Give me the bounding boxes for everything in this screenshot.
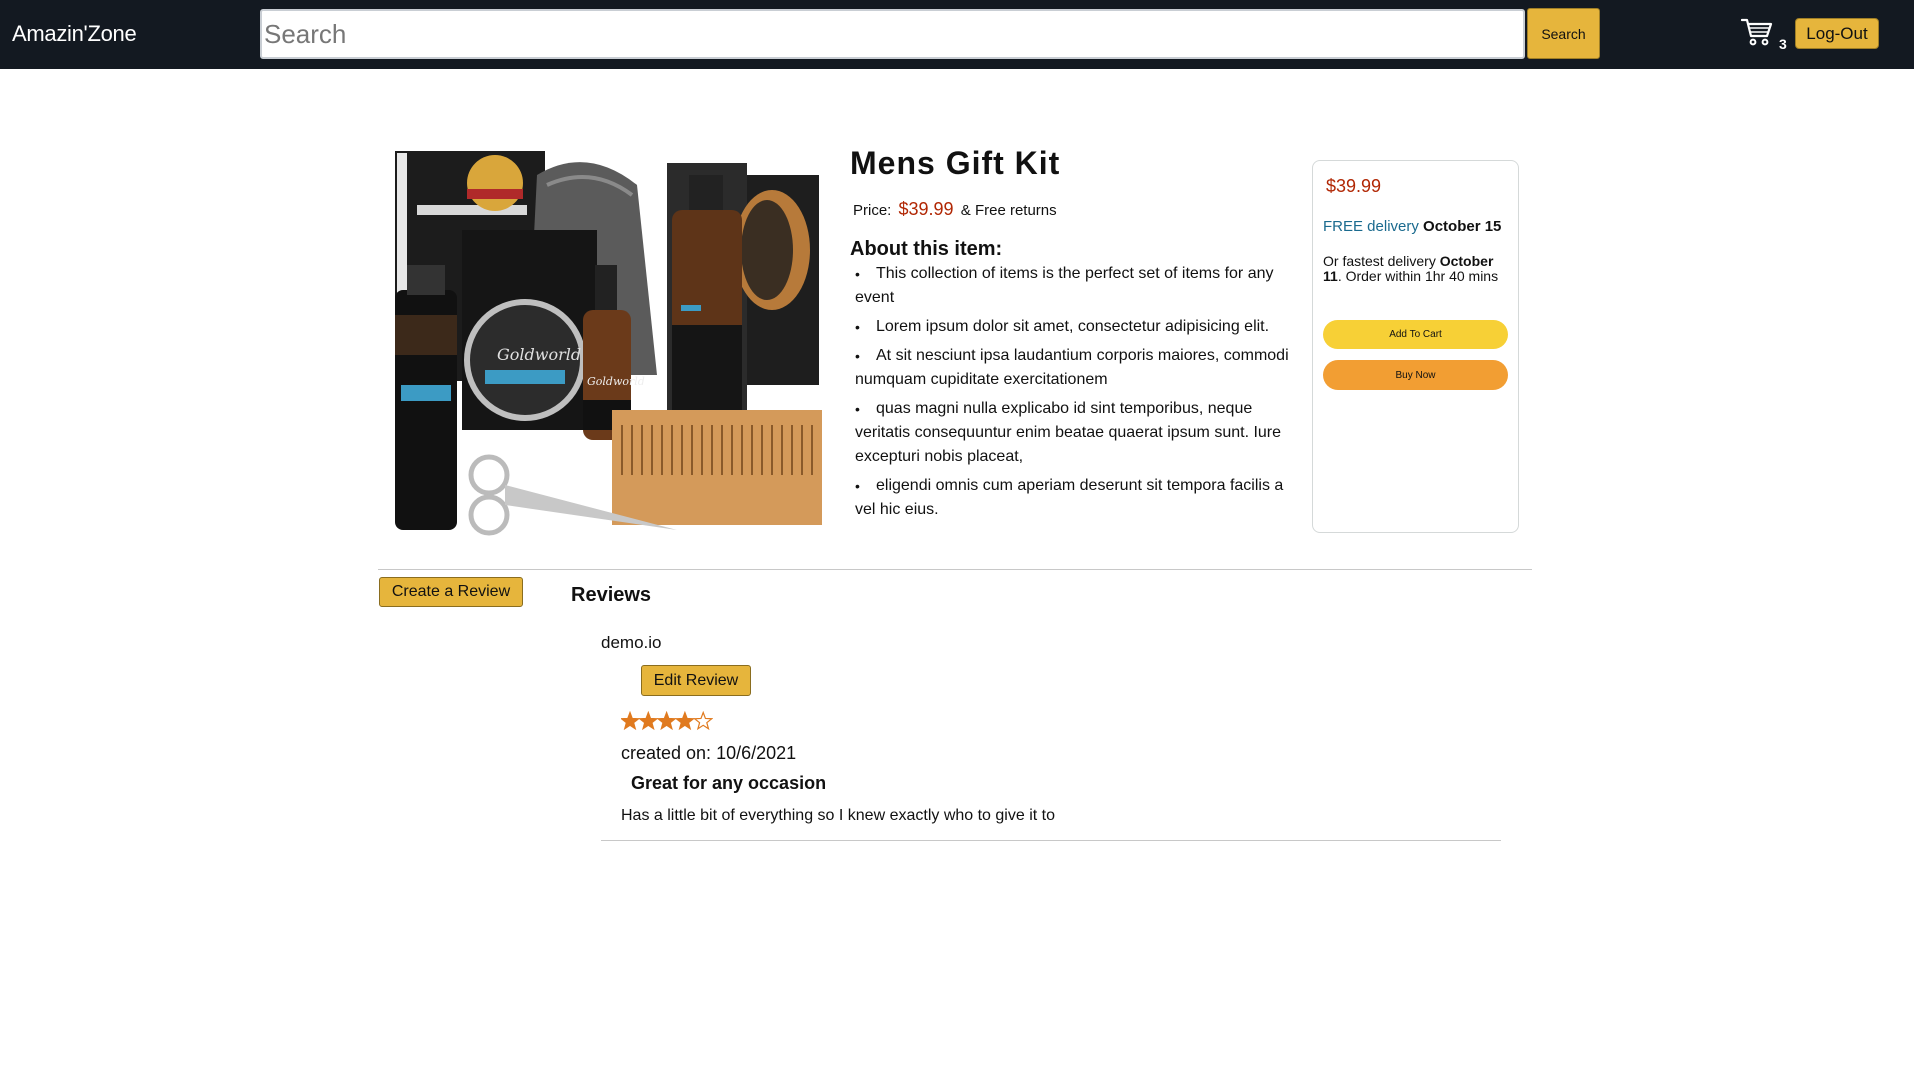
search-input[interactable]	[260, 9, 1525, 59]
section-divider	[378, 569, 1532, 570]
review-divider	[601, 840, 1501, 841]
reviews-heading: Reviews	[571, 584, 652, 606]
buy-now-button[interactable]: Buy Now	[1323, 360, 1508, 390]
about-bullet: This collection of items is the perfect …	[855, 262, 1295, 310]
review-title: Great for any occasion	[631, 773, 827, 793]
free-delivery-link[interactable]: FREE delivery	[1323, 218, 1419, 235]
add-to-cart-button[interactable]: Add To Cart	[1323, 320, 1508, 349]
cart-count-badge: 3	[1779, 36, 1787, 52]
about-bullet: quas magni nulla explicabo id sint tempo…	[855, 397, 1295, 469]
star-rating	[621, 711, 713, 731]
review-created-date: created on: 10/6/2021	[621, 743, 797, 763]
review-body: Has a little bit of everything so I knew…	[621, 807, 1055, 824]
svg-text:Goldworld: Goldworld	[587, 375, 645, 388]
star-filled-icon	[638, 711, 659, 731]
price-ampersand: &	[960, 202, 971, 219]
review-author: demo.io	[601, 633, 662, 652]
svg-text:Goldworld: Goldworld	[497, 345, 581, 364]
about-bullet: Lorem ipsum dolor sit amet, consectetur …	[855, 315, 1295, 339]
product-image: Goldworld Goldworld	[395, 151, 822, 536]
create-review-button[interactable]: Create a Review	[379, 577, 523, 607]
free-delivery-line: FREE delivery October 15	[1323, 218, 1501, 235]
star-filled-icon	[656, 711, 677, 731]
star-empty-icon	[693, 711, 713, 731]
edit-review-button[interactable]: Edit Review	[641, 665, 751, 696]
fastest-delivery-line: Or fastest delivery October 11. Order wi…	[1323, 254, 1513, 284]
about-bullet: eligendi omnis cum aperiam deserunt sit …	[855, 474, 1295, 522]
buybox-price: $39.99	[1326, 176, 1382, 196]
search-button[interactable]: Search	[1527, 8, 1600, 59]
star-filled-icon	[621, 711, 641, 731]
product-title: Mens Gift Kit	[850, 145, 1061, 181]
fastest-delivery-suffix: . Order within 1hr 40 mins	[1337, 268, 1499, 284]
buy-box: $39.99 FREE delivery October 15 Or faste…	[1312, 160, 1519, 533]
price-label: Price:	[853, 202, 892, 219]
price-line: Price: $39.99 & Free returns	[853, 199, 1057, 220]
top-navbar: Amazin'Zone Search 3 Log-Out	[0, 0, 1914, 69]
cart-button[interactable]: 3	[1741, 17, 1791, 53]
about-heading: About this item:	[850, 238, 1003, 260]
fastest-delivery-prefix: Or fastest delivery	[1323, 253, 1436, 269]
star-filled-icon	[674, 711, 696, 731]
about-bullet: At sit nesciunt ipsa laudantium corporis…	[855, 344, 1295, 392]
cart-icon	[1741, 18, 1773, 46]
free-returns-text: Free returns	[974, 202, 1057, 219]
about-bullet-list: This collection of items is the perfect …	[855, 262, 1295, 527]
product-price: $39.99	[898, 199, 954, 219]
free-delivery-date: October 15	[1423, 218, 1502, 235]
logout-button[interactable]: Log-Out	[1795, 18, 1879, 49]
site-logo[interactable]: Amazin'Zone	[12, 21, 137, 47]
